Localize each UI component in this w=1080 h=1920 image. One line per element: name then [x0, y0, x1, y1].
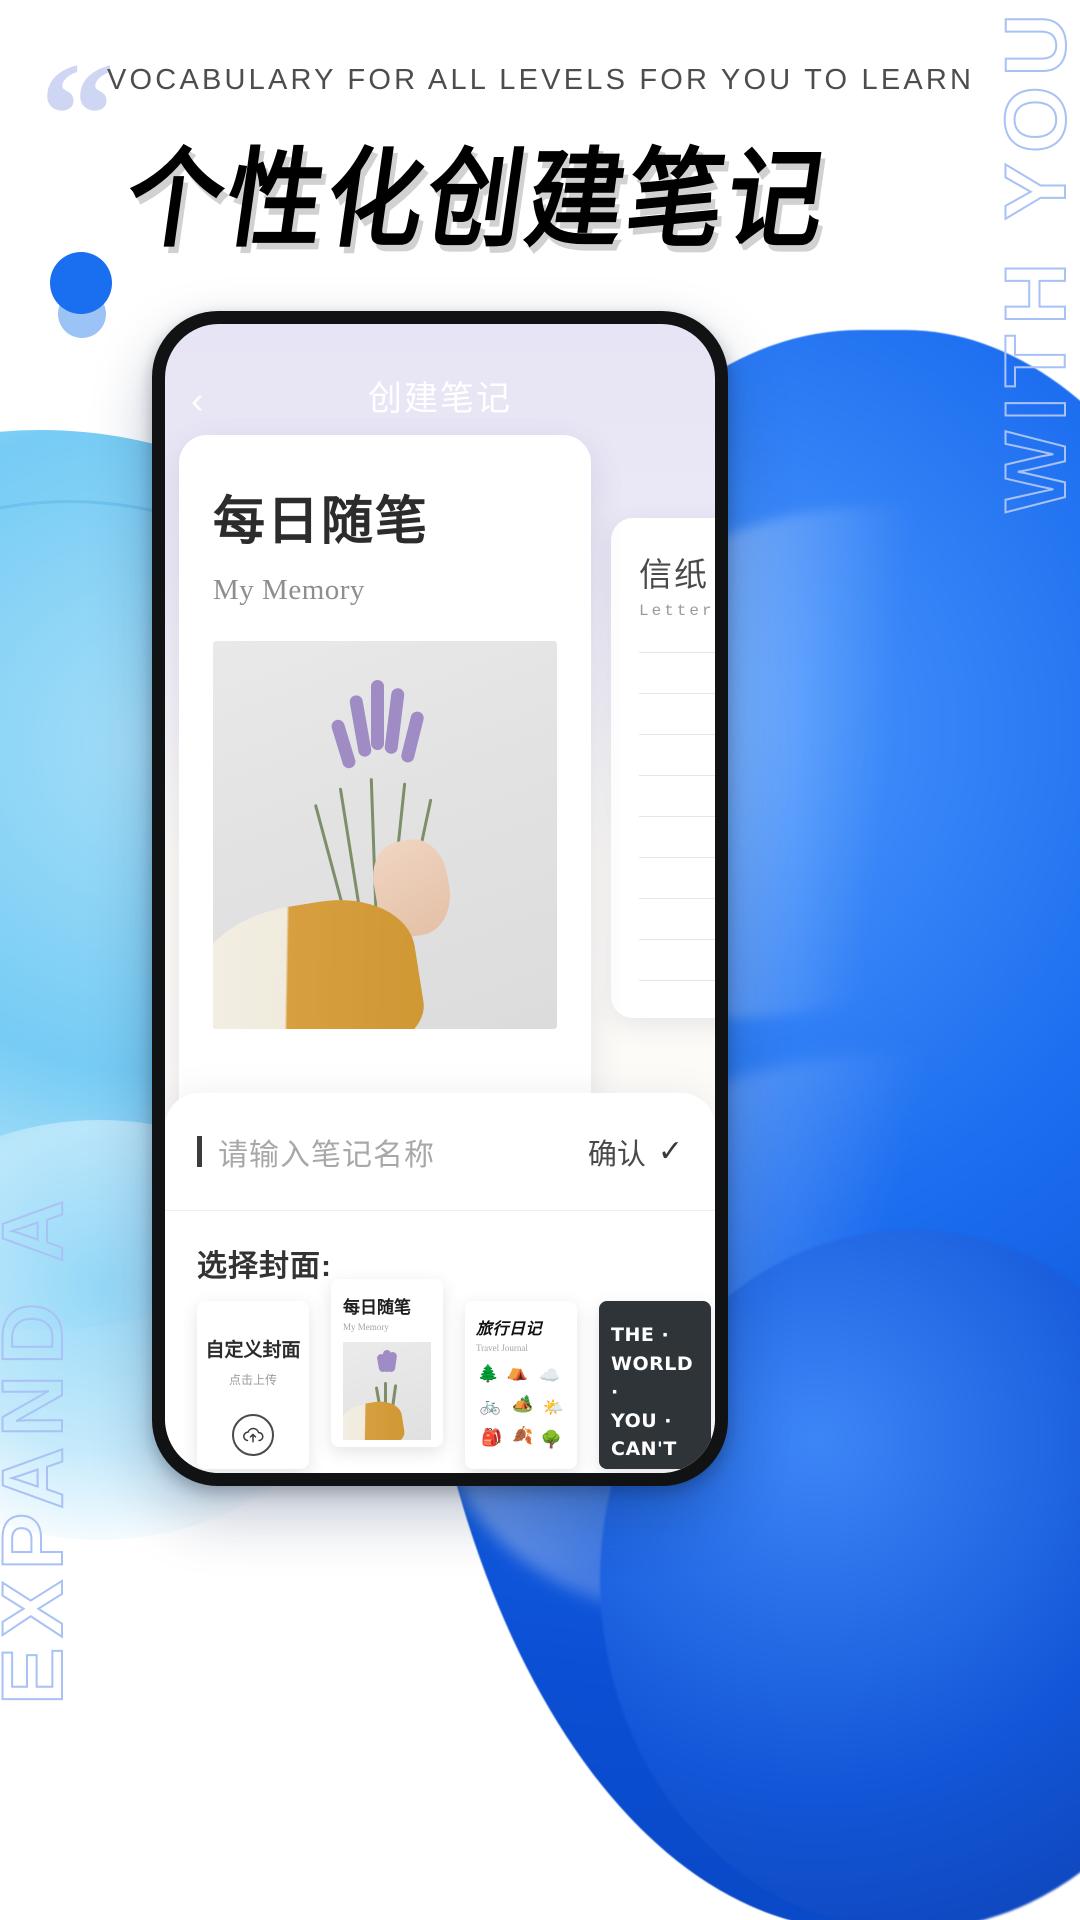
cover-travel-title: 旅行日记 [476, 1319, 543, 1338]
cover-memory-photo [343, 1342, 431, 1440]
promo-eyebrow: VOCABULARY FOR ALL LEVELS FOR YOU TO LEA… [107, 64, 975, 96]
cover-custom-title: 自定义封面 [205, 1339, 301, 1361]
cover-option-memory[interactable]: 每日随笔 My Memory [331, 1279, 443, 1447]
letter-paper-subtitle: Letter paper [639, 602, 715, 620]
quote-mark-icon: “ [40, 32, 115, 198]
note-preview-card[interactable]: 每日随笔 My Memory [179, 435, 591, 1127]
note-title: 每日随笔 [213, 491, 430, 552]
dot-decoration-blue [50, 252, 112, 314]
cover-travel-subtitle: Travel Journal [476, 1343, 528, 1353]
cover-memory-body: 每日随笔 My Memory [331, 1279, 443, 1440]
upload-cloud-icon[interactable] [232, 1414, 274, 1456]
cover-option-custom[interactable]: 自定义封面 点击上传 [197, 1301, 309, 1469]
cover-world-line-5: SEE · [611, 1464, 699, 1470]
letter-paper-title: 信纸 [639, 556, 709, 593]
note-name-field[interactable]: 请输入笔记名称 [197, 1130, 435, 1174]
letter-paper-lines [639, 652, 715, 981]
note-name-row[interactable]: 请输入笔记名称 确认 ✓ [165, 1093, 715, 1211]
text-caret-icon [197, 1136, 202, 1167]
note-cover-photo [213, 641, 557, 1029]
cover-world-line-4: CAN'T [611, 1438, 677, 1460]
cover-upload-body: 自定义封面 点击上传 [197, 1301, 309, 1456]
create-note-sheet: 请输入笔记名称 确认 ✓ 选择封面: 自定义封面 点击上传 每日随笔 My Me… [165, 1093, 715, 1473]
cover-world-line-3: YOU · [611, 1409, 672, 1432]
confirm-label: 确认 [587, 1138, 646, 1171]
cover-world-line-2: WORLD · [611, 1352, 694, 1404]
vertical-text-left: EXPAND A [0, 1189, 82, 1706]
cover-custom-subtitle: 点击上传 [228, 1373, 277, 1387]
letter-paper-card[interactable]: 信纸 Letter paper [611, 518, 715, 1018]
cover-picker-list[interactable]: 自定义封面 点击上传 每日随笔 My Memory 旅行日记 Travel Jo… [165, 1279, 715, 1469]
phone-mockup: ‹ 创建笔记 信纸 Letter paper 每日随笔 My Memory [152, 311, 728, 1486]
cover-travel-stickers: 🌲 ⛺ ☁️ 🚲 🏕️ 🌤️ 🎒 🍂 🌳 [477, 1362, 564, 1449]
promo-headline: 个性化创建笔记 [118, 136, 837, 263]
phone-screen: ‹ 创建笔记 信纸 Letter paper 每日随笔 My Memory [165, 324, 715, 1473]
cover-world-line-1: THE · [611, 1324, 670, 1346]
cover-picker-label: 选择封面: [197, 1250, 332, 1283]
cover-option-world[interactable]: THE · WORLD · YOU · CAN'T SEE · [599, 1301, 711, 1469]
cover-travel-body: 旅行日记 Travel Journal 🌲 ⛺ ☁️ 🚲 🏕️ 🌤️ 🎒 � [465, 1301, 577, 1469]
confirm-button[interactable]: 确认 ✓ [588, 1131, 683, 1173]
cover-memory-subtitle: My Memory [343, 1322, 389, 1332]
vertical-text-right: WITH YOU [987, 3, 1080, 513]
promo-poster: WITH YOU EXPAND A “ VOCABULARY FOR ALL L… [0, 0, 1080, 1920]
app-bar-title: 创建笔记 [368, 380, 512, 418]
note-subtitle: My Memory [213, 574, 365, 606]
app-bar: ‹ 创建笔记 [165, 324, 715, 436]
note-name-placeholder: 请输入笔记名称 [218, 1138, 435, 1172]
cover-option-travel[interactable]: 旅行日记 Travel Journal 🌲 ⛺ ☁️ 🚲 🏕️ 🌤️ 🎒 � [465, 1301, 577, 1469]
check-icon: ✓ [657, 1135, 683, 1168]
cover-memory-title: 每日随笔 [343, 1298, 411, 1318]
